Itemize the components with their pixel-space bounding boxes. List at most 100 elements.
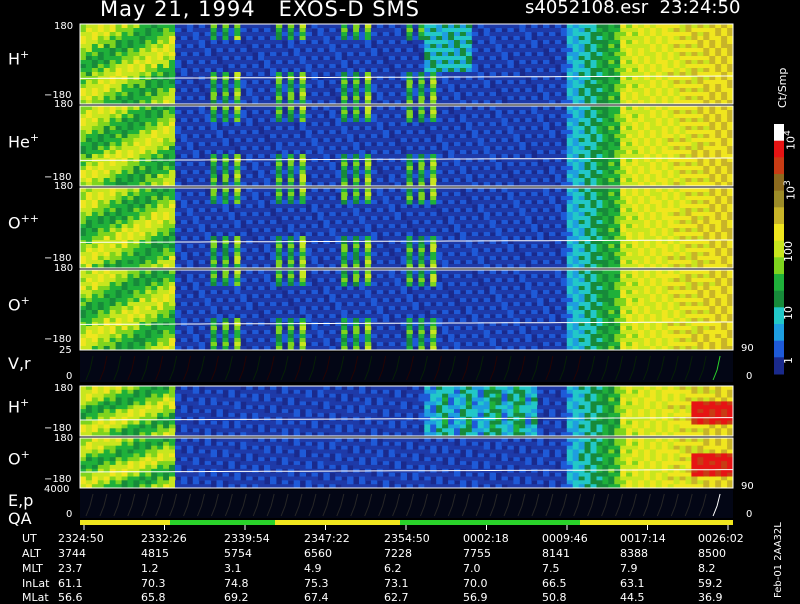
heat-cell-he-plus — [471, 114, 479, 119]
heat-cell-h-plus — [264, 56, 271, 61]
heat-cell-he-plus — [127, 122, 134, 127]
heat-cell-o-plus-plus — [329, 260, 336, 265]
heat-cell-o-plus-plus — [501, 252, 508, 257]
heat-cell-he-plus — [234, 154, 241, 159]
heat-cell-he-plus — [715, 130, 722, 135]
heat-cell-o-plus-plus — [85, 208, 93, 213]
heat-cell-he-plus — [270, 106, 277, 111]
heat-cell-he-plus — [287, 114, 295, 119]
heat-cell-he-plus — [133, 142, 140, 147]
heat-cell-o-plus-plus — [127, 224, 134, 229]
heat-cell-h-plus — [359, 28, 366, 33]
heat-cell-he-plus — [418, 126, 425, 131]
heat-cell-o-plus-plus — [465, 220, 473, 225]
heat-cell-h-plus — [673, 60, 680, 65]
heat-cell-he-plus — [180, 170, 188, 175]
heat-cell-o-plus-plus — [341, 248, 348, 253]
heat-cell-he-plus — [91, 166, 99, 171]
heat-cell-o-plus-plus — [364, 224, 372, 229]
heat-cell-he-plus — [163, 162, 170, 167]
heat-cell-he-plus — [258, 170, 265, 175]
heat-cell-he-plus — [513, 174, 520, 179]
heat-cell-he-plus — [549, 146, 556, 151]
heat-cell-o-plus-plus — [341, 244, 348, 249]
heat-cell-o-plus-plus — [246, 244, 253, 249]
heat-cell-o-plus-plus — [258, 188, 265, 193]
heat-cell-o-plus-plus — [388, 228, 396, 233]
heat-cell-h-plus — [234, 80, 241, 85]
heat-cell-h-plus — [489, 32, 496, 37]
heat-cell-h-plus — [204, 88, 212, 93]
heat-cell-he-plus — [477, 134, 485, 139]
heat-cell-h-plus — [163, 24, 170, 29]
heat-cell-h-plus — [495, 44, 502, 49]
heat-cell-o-plus-plus — [281, 252, 289, 257]
heat-cell-he-plus — [703, 146, 710, 151]
heat-cell-o-plus-plus — [204, 252, 212, 257]
heat-cell-he-plus — [709, 130, 716, 135]
heat-cell-o-plus-plus — [513, 236, 520, 241]
heat-cell-o-plus-plus — [519, 228, 526, 233]
heat-cell-h-plus — [240, 28, 247, 33]
heat-cell-h-plus — [299, 36, 306, 41]
heat-cell-h-plus — [549, 96, 556, 101]
heat-cell-h-plus — [644, 96, 651, 101]
heat-cell-h-plus — [388, 28, 396, 33]
heat-cell-o-plus-plus — [97, 244, 105, 249]
heat-cell-h-plus — [501, 32, 508, 37]
heat-cell-o-plus-plus — [305, 192, 312, 197]
heat-cell-h-plus — [163, 80, 170, 85]
heat-cell-h-plus — [424, 52, 431, 57]
heat-cell-o-plus-plus — [341, 188, 348, 193]
heat-cell-he-plus — [537, 118, 544, 123]
heat-cell-h-plus — [175, 84, 182, 89]
heat-cell-o-plus-plus — [388, 244, 396, 249]
heat-cell-o-plus-plus — [115, 208, 122, 213]
heat-cell-he-plus — [163, 150, 170, 155]
heat-cell-h-plus — [578, 24, 586, 29]
heat-cell-o-plus-plus — [347, 200, 354, 205]
heat-cell-h-plus — [299, 24, 306, 29]
heat-cell-he-plus — [151, 110, 158, 115]
heat-cell-he-plus — [270, 158, 277, 163]
heat-cell-o-plus-plus — [133, 232, 140, 237]
heat-cell-o-plus-plus — [240, 232, 247, 237]
heat-cell-h-plus — [554, 24, 562, 29]
heat-cell-he-plus — [709, 162, 716, 167]
heat-cell-o-plus-plus — [299, 260, 306, 265]
heat-cell-h-plus — [554, 56, 562, 61]
heat-cell-he-plus — [667, 178, 675, 183]
heat-cell-h-plus — [139, 68, 146, 73]
heat-cell-h-plus — [560, 80, 568, 85]
heat-cell-h-plus — [157, 88, 164, 93]
heat-cell-he-plus — [275, 162, 283, 167]
heat-cell-he-plus — [376, 122, 384, 127]
heat-cell-h-plus — [210, 80, 217, 85]
heat-cell-he-plus — [554, 106, 562, 111]
heat-cell-o-plus-plus — [175, 196, 182, 201]
heat-cell-o-plus-plus — [204, 196, 212, 201]
heat-cell-he-plus — [495, 114, 502, 119]
heat-cell-o-plus-plus — [121, 228, 128, 233]
heat-cell-h-plus — [721, 32, 728, 37]
heat-cell-h-plus — [626, 64, 633, 69]
heat-cell-h-plus — [430, 72, 437, 77]
heat-cell-h-plus — [240, 32, 247, 37]
heat-cell-he-plus — [703, 130, 710, 135]
heat-cell-he-plus — [459, 166, 467, 171]
heat-cell-o-plus-plus — [127, 208, 134, 213]
heat-cell-o-plus-plus — [477, 244, 485, 249]
heat-cell-he-plus — [175, 126, 182, 131]
heat-cell-h-plus — [608, 40, 615, 45]
heat-cell-he-plus — [483, 110, 491, 115]
heat-cell-h-plus — [97, 56, 105, 61]
heat-cell-h-plus — [424, 36, 431, 41]
heat-cell-he-plus — [537, 110, 544, 115]
heat-cell-o-plus-plus — [477, 252, 485, 257]
heat-cell-h-plus — [442, 68, 449, 73]
heat-cell-he-plus — [685, 170, 692, 175]
heat-cell-he-plus — [97, 146, 105, 151]
heat-cell-he-plus — [620, 166, 627, 171]
heat-cell-h-plus — [133, 36, 140, 41]
heat-cell-h-plus — [139, 64, 146, 69]
